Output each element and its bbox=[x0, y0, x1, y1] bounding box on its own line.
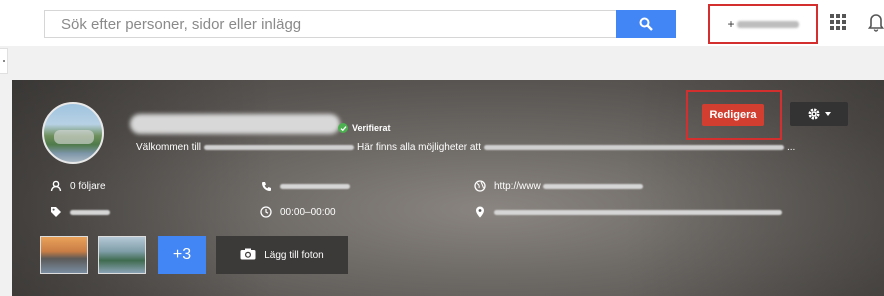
avatar[interactable] bbox=[42, 102, 104, 164]
photo-thumbnail[interactable] bbox=[40, 236, 88, 274]
phone-info bbox=[260, 180, 350, 192]
settings-dropdown-button[interactable] bbox=[790, 102, 848, 126]
profile-cover: Verifierat Välkommen till Här finns alla… bbox=[12, 80, 884, 296]
search-input[interactable] bbox=[45, 11, 616, 37]
address-redacted bbox=[494, 209, 782, 215]
page-name-redacted bbox=[130, 114, 340, 134]
add-photos-button[interactable]: Lägg till foton bbox=[216, 236, 348, 274]
gear-icon bbox=[808, 108, 820, 120]
map-pin-icon bbox=[474, 206, 486, 218]
user-profile-link[interactable]: + bbox=[708, 4, 818, 44]
address-info[interactable] bbox=[474, 206, 782, 218]
tag-icon bbox=[50, 206, 62, 218]
search-icon bbox=[639, 17, 653, 31]
user-prefix: + bbox=[727, 17, 735, 31]
more-photos-button[interactable]: +3 bbox=[158, 236, 206, 274]
search-box[interactable] bbox=[44, 10, 616, 38]
bell-icon[interactable] bbox=[868, 12, 884, 32]
phone-icon bbox=[260, 180, 272, 192]
verified-badge: Verifierat bbox=[338, 123, 391, 133]
search-button[interactable] bbox=[616, 10, 676, 38]
about-suffix: ... bbox=[786, 142, 796, 153]
website-redacted bbox=[542, 183, 643, 189]
opening-hours: 00:00–00:00 bbox=[280, 206, 336, 218]
category-redacted bbox=[70, 209, 110, 215]
phone-redacted bbox=[280, 183, 350, 189]
followers-count: 0 följare bbox=[70, 180, 106, 192]
user-name-redacted bbox=[736, 20, 799, 28]
photo-thumbnail[interactable] bbox=[98, 236, 146, 274]
side-panel-toggle[interactable] bbox=[0, 48, 8, 74]
edit-button[interactable]: Redigera bbox=[702, 104, 764, 126]
redacted-text bbox=[483, 145, 784, 150]
chevron-down-icon bbox=[825, 112, 831, 116]
about-middle: Här finns alla möjligheter att bbox=[357, 142, 481, 153]
about-text: Välkommen till Här finns alla möjlighete… bbox=[136, 142, 856, 153]
apps-grid-icon[interactable] bbox=[830, 14, 846, 30]
add-photos-label: Lägg till foton bbox=[264, 249, 324, 261]
clock-icon bbox=[260, 206, 272, 218]
website-link[interactable]: http://www bbox=[494, 181, 541, 192]
top-bar: + bbox=[0, 0, 884, 46]
check-icon bbox=[338, 123, 348, 133]
category-info bbox=[50, 206, 110, 218]
globe-icon bbox=[474, 180, 486, 192]
camera-icon bbox=[240, 248, 256, 263]
website-info[interactable]: http://www bbox=[474, 180, 643, 192]
redacted-text bbox=[204, 145, 355, 150]
followers-info[interactable]: 0 följare bbox=[50, 180, 106, 192]
verified-label: Verifierat bbox=[352, 123, 391, 133]
hours-info: 00:00–00:00 bbox=[260, 206, 336, 218]
followers-icon bbox=[50, 180, 62, 192]
about-prefix: Välkommen till bbox=[136, 142, 202, 153]
